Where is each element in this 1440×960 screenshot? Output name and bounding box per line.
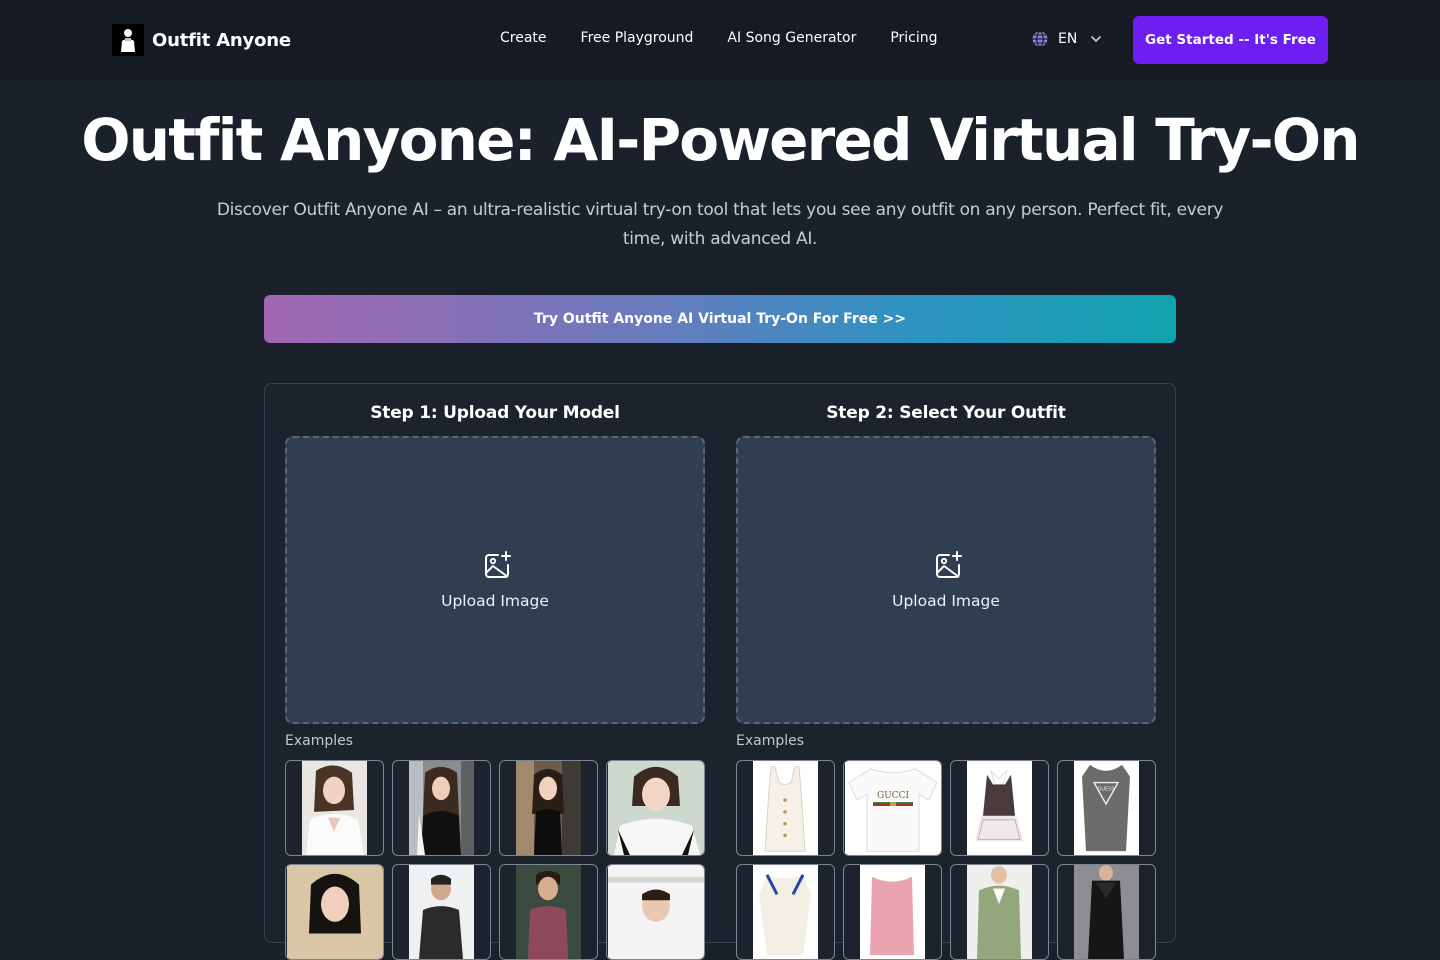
- image-plus-icon: [485, 551, 511, 578]
- outfit-example-image: GUCCI: [845, 761, 941, 855]
- outfit-example-thumb[interactable]: [736, 864, 835, 960]
- brand-logo[interactable]: Outfit Anyone: [112, 24, 291, 56]
- try-on-panel: Step 1: Upload Your Model Upload Image E…: [264, 383, 1176, 960]
- image-plus-icon: [936, 551, 962, 578]
- get-started-button[interactable]: Get Started -- It's Free: [1133, 16, 1328, 64]
- gucci-print: GUCCI: [877, 791, 910, 801]
- outfit-example-image: [1074, 865, 1139, 959]
- step-2-title: Step 2: Select Your Outfit: [826, 403, 1066, 423]
- model-example-image: [409, 761, 474, 855]
- model-example-image: [516, 761, 581, 855]
- guess-print: GUESS: [1097, 786, 1114, 792]
- model-example-image: [409, 865, 474, 959]
- language-code: EN: [1058, 31, 1078, 47]
- model-example-thumb[interactable]: [606, 760, 705, 856]
- model-example-image: [287, 865, 383, 959]
- page-title: Outfit Anyone: AI-Powered Virtual Try-On: [81, 106, 1360, 174]
- model-example-thumb[interactable]: [606, 864, 705, 960]
- nav-ai-song-generator[interactable]: AI Song Generator: [727, 30, 856, 46]
- model-example-image: [608, 865, 704, 959]
- outfit-example-image: [753, 761, 818, 855]
- outfit-example-image: GUESS: [1074, 761, 1139, 855]
- globe-icon: [1032, 30, 1048, 48]
- model-example-thumb[interactable]: [499, 864, 598, 960]
- site-header: Outfit Anyone Create Free Playground AI …: [0, 0, 1440, 80]
- outfit-example-image: [753, 865, 818, 959]
- outfit-upload-dropzone[interactable]: Upload Image: [736, 436, 1156, 724]
- chevron-down-icon: [1091, 36, 1102, 43]
- model-example-thumb[interactable]: [285, 760, 384, 856]
- model-upload-dropzone[interactable]: Upload Image: [285, 436, 705, 724]
- model-example-image: [516, 865, 581, 959]
- nav-create[interactable]: Create: [500, 30, 547, 46]
- outfit-example-image: [967, 865, 1032, 959]
- language-selector[interactable]: EN: [1031, 30, 1103, 48]
- model-example-thumb[interactable]: [499, 760, 598, 856]
- outfit-upload-label: Upload Image: [892, 592, 1000, 610]
- outfit-example-thumb[interactable]: GUESS: [1057, 760, 1156, 856]
- model-example-thumb[interactable]: [392, 864, 491, 960]
- outfit-example-thumb[interactable]: GUCCI: [843, 760, 942, 856]
- outfit-example-image: [860, 865, 925, 959]
- outfit-example-thumb[interactable]: [843, 864, 942, 960]
- hero-subtitle: Discover Outfit Anyone AI – an ultra-rea…: [216, 200, 1224, 249]
- try-free-button[interactable]: Try Outfit Anyone AI Virtual Try-On For …: [264, 295, 1176, 343]
- outfit-example-thumb[interactable]: [736, 760, 835, 856]
- nav-pricing[interactable]: Pricing: [890, 30, 937, 46]
- model-example-image: [608, 761, 704, 855]
- model-examples-label: Examples: [285, 733, 354, 749]
- model-upload-label: Upload Image: [441, 592, 549, 610]
- outfit-example-thumb[interactable]: [1057, 864, 1156, 960]
- main-nav: Create Free Playground AI Song Generator…: [500, 30, 938, 46]
- outfit-examples-label: Examples: [736, 733, 805, 749]
- model-example-thumb[interactable]: [285, 864, 384, 960]
- logo-icon: [112, 24, 144, 56]
- step-1-title: Step 1: Upload Your Model: [370, 403, 620, 423]
- model-example-thumb[interactable]: [392, 760, 491, 856]
- brand-name: Outfit Anyone: [152, 29, 291, 51]
- nav-free-playground[interactable]: Free Playground: [581, 30, 694, 46]
- model-example-image: [302, 761, 367, 855]
- outfit-example-image: [967, 761, 1032, 855]
- outfit-example-thumb[interactable]: [950, 864, 1049, 960]
- outfit-example-thumb[interactable]: [950, 760, 1049, 856]
